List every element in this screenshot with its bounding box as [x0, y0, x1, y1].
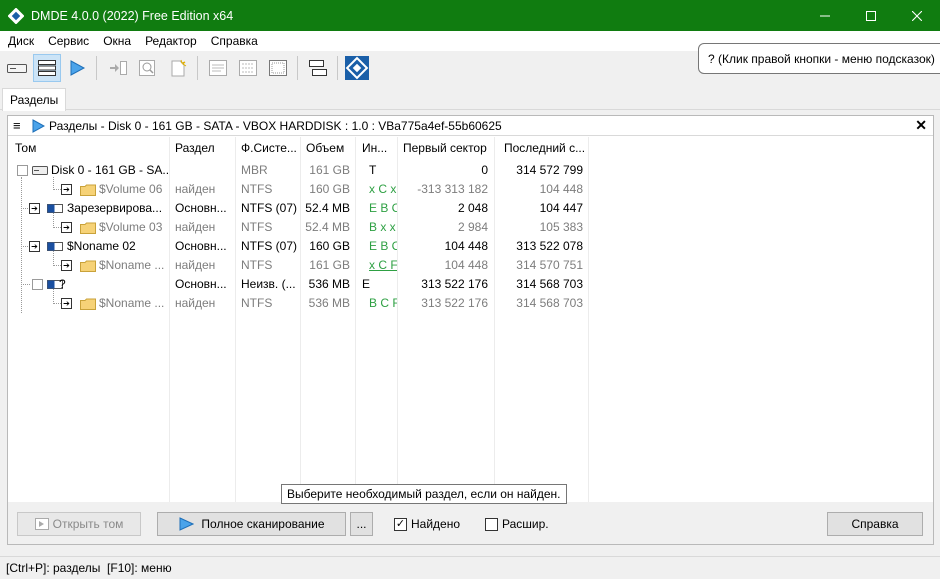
expand-arrow-icon[interactable]: ➔ — [61, 298, 72, 309]
maximize-button[interactable] — [848, 0, 894, 31]
title-bar: DMDE 4.0.0 (2022) Free Edition x64 — [0, 0, 940, 31]
expand-arrow-icon[interactable]: ➔ — [61, 222, 72, 233]
extended-checkbox[interactable]: Расшир. — [485, 517, 549, 531]
dmde-home-icon — [345, 56, 369, 80]
panel-title: Разделы - Disk 0 - 161 GB - SATA - VBOX … — [49, 118, 502, 133]
play-icon — [70, 60, 86, 76]
panel-header: ≡ Разделы - Disk 0 - 161 GB - SATA - VBO… — [8, 116, 933, 136]
play-icon — [32, 118, 45, 133]
col-header-volume[interactable]: Том — [15, 137, 165, 159]
close-icon — [912, 10, 922, 21]
table-row[interactable]: ➔ $Noname ... найден NTFS 536 MB B C F 3… — [8, 294, 933, 313]
col-header-first-sector[interactable]: Первый сектор — [403, 137, 493, 159]
window-title: DMDE 4.0.0 (2022) Free Edition x64 — [31, 8, 234, 23]
tooltip-text: Выберите необходимый раздел, если он най… — [287, 487, 561, 501]
menu-editor[interactable]: Редактор — [138, 34, 204, 48]
folder-icon — [80, 260, 96, 272]
hint-text: ? (Клик правой кнопки - меню подсказок) — [708, 51, 935, 66]
toolbar-view3-button[interactable] — [264, 54, 292, 82]
partitions-list-icon — [38, 60, 56, 76]
open-volume-button[interactable]: Открыть том — [17, 512, 141, 536]
expand-arrow-icon[interactable]: ➔ — [61, 260, 72, 271]
expand-arrow-icon[interactable]: ➔ — [29, 203, 40, 214]
toolbar-view1-button[interactable] — [204, 54, 232, 82]
table-row[interactable]: ➔ $Noname 02 Основн... NTFS (07) 160 GB … — [8, 237, 933, 256]
table-row[interactable]: ➔ $Volume 06 найден NTFS 160 GB x C x -3… — [8, 180, 933, 199]
toolbar-partitions-button[interactable] — [33, 54, 61, 82]
folder-icon — [80, 298, 96, 310]
status-text: [Ctrl+P]: разделы [F10]: меню — [6, 561, 172, 575]
minimize-icon — [820, 15, 830, 16]
hard-disk-icon — [32, 166, 48, 175]
toolbar-search-button[interactable] — [134, 54, 162, 82]
tab-strip: Разделы — [0, 86, 940, 111]
new-file-icon — [171, 59, 187, 77]
tooltip: Выберите необходимый раздел, если он най… — [281, 484, 567, 504]
hamburger-menu-icon[interactable]: ≡ — [13, 119, 29, 132]
tab-partitions-label: Разделы — [10, 93, 59, 107]
toolbar-play-button[interactable] — [63, 54, 91, 82]
panel-close-icon[interactable]: ✕ — [915, 117, 927, 134]
window-layout-icon — [309, 60, 327, 76]
goto-sector-icon — [110, 61, 127, 75]
toolbar-disk-button[interactable] — [3, 54, 31, 82]
row-checkbox[interactable] — [17, 165, 28, 176]
toolbar-new-button[interactable] — [164, 54, 192, 82]
volume-icon — [47, 204, 63, 213]
found-checkbox[interactable]: ✓ Найдено — [394, 517, 460, 531]
minimize-button[interactable] — [802, 0, 848, 31]
folder-icon — [80, 222, 96, 234]
open-volume-icon — [34, 518, 49, 530]
row-checkbox[interactable] — [32, 279, 43, 290]
table-row[interactable]: ➔ $Volume 03 найден NTFS 52.4 MB B x x 2… — [8, 218, 933, 237]
partitions-table: Том Раздел Ф.Систе... Объем Ин... Первый… — [8, 137, 933, 502]
maximize-icon — [866, 10, 876, 21]
hex-view-icon — [239, 60, 257, 76]
search-icon — [139, 60, 155, 76]
more-button[interactable]: ... — [350, 512, 373, 536]
checkmark-icon: ✓ — [394, 517, 407, 531]
disk-icon — [7, 64, 27, 73]
tab-partitions[interactable]: Разделы — [2, 88, 67, 111]
cluster-map-icon — [269, 60, 287, 76]
table-row[interactable]: ? Основн... Неизв. (... 536 MB E 313 522… — [8, 275, 933, 294]
dmde-logo-icon — [8, 7, 24, 24]
menu-windows[interactable]: Окна — [96, 34, 138, 48]
volume-icon — [47, 242, 63, 251]
toolbar-layout-button[interactable] — [304, 54, 332, 82]
toolbar-view2-button[interactable] — [234, 54, 262, 82]
partitions-panel: ≡ Разделы - Disk 0 - 161 GB - SATA - VBO… — [7, 115, 934, 545]
toolbar-dmde-button[interactable] — [343, 54, 371, 82]
checkbox-empty-icon — [485, 517, 498, 531]
table-row[interactable]: Disk 0 - 161 GB - SA... MBR 161 GB T 0 3… — [8, 161, 933, 180]
col-header-partition[interactable]: Раздел — [175, 137, 233, 159]
menu-service[interactable]: Сервис — [41, 34, 96, 48]
expand-arrow-icon[interactable]: ➔ — [29, 241, 40, 252]
table-row[interactable]: ➔ $Noname ... найден NTFS 161 GB x C F 1… — [8, 256, 933, 275]
col-header-filesystem[interactable]: Ф.Систе... — [241, 137, 299, 159]
menu-disk[interactable]: Диск — [0, 34, 41, 48]
folder-icon — [80, 184, 96, 196]
panel-button-bar — [8, 502, 933, 544]
col-header-size[interactable]: Объем — [306, 137, 353, 159]
play-icon — [179, 517, 195, 531]
toolbar-goto-button[interactable] — [104, 54, 132, 82]
col-header-indicators[interactable]: Ин... — [362, 137, 396, 159]
help-button[interactable]: Справка — [827, 512, 923, 536]
close-button[interactable] — [894, 0, 940, 31]
text-view-icon — [209, 60, 227, 76]
menu-help[interactable]: Справка — [204, 34, 265, 48]
expand-arrow-icon[interactable]: ➔ — [61, 184, 72, 195]
table-row[interactable]: ➔ Зарезервирова... Основн... NTFS (07) 5… — [8, 199, 933, 218]
col-header-last-sector[interactable]: Последний с... — [504, 137, 586, 159]
full-scan-button[interactable]: Полное сканирование — [157, 512, 346, 536]
status-bar: [Ctrl+P]: разделы [F10]: меню — [0, 556, 940, 579]
hint-balloon[interactable]: ? (Клик правой кнопки - меню подсказок) — [698, 43, 940, 74]
